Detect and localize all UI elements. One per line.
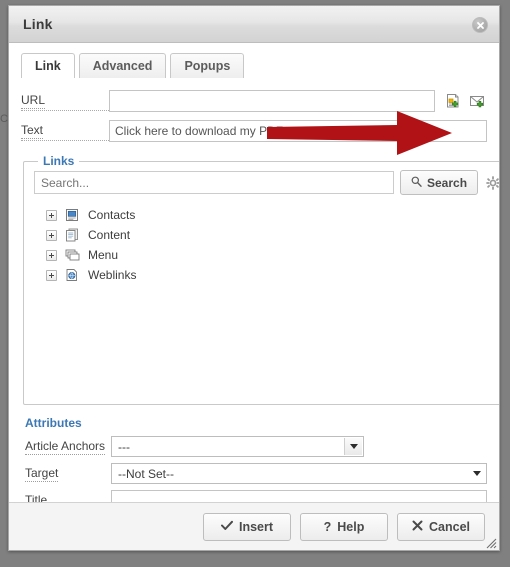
weblinks-globe-icon <box>65 268 81 282</box>
chevron-down-icon <box>344 438 362 455</box>
article-anchors-label: Article Anchors <box>25 438 106 455</box>
links-panel: Links Search... Search Contacts Content … <box>23 154 499 405</box>
text-label: Text <box>21 123 109 141</box>
magnifier-icon <box>411 176 422 190</box>
link-dialog: Link Link Advanced Popups URL Text Click… <box>8 5 500 551</box>
tree-item-content[interactable]: Content <box>34 225 499 245</box>
target-value: --Not Set-- <box>118 466 175 481</box>
help-button[interactable]: ? Help <box>300 512 388 541</box>
attributes-heading: Attributes <box>25 416 82 430</box>
title-row: Title <box>21 490 487 502</box>
tab-advanced[interactable]: Advanced <box>78 53 167 78</box>
text-row: Text <box>21 120 487 142</box>
search-button-label: Search <box>427 175 468 190</box>
dialog-body: Link Advanced Popups URL Text Click here… <box>9 43 499 502</box>
tree-item-weblinks[interactable]: Weblinks <box>34 265 499 285</box>
target-select[interactable]: --Not Set-- <box>111 463 487 484</box>
article-anchors-row: Article Anchors --- <box>21 436 487 457</box>
tab-popups[interactable]: Popups <box>170 53 245 78</box>
dialog-titlebar: Link <box>9 6 499 43</box>
close-x-glyph <box>476 21 484 29</box>
links-search-row: Search <box>34 170 499 195</box>
links-panel-legend: Links <box>43 154 75 168</box>
tree-item-label: Contacts <box>88 208 136 222</box>
expand-plus-icon[interactable] <box>46 269 57 281</box>
contacts-icon <box>65 208 81 222</box>
links-tree: Contacts Content Menu Weblinks <box>34 205 499 285</box>
expand-plus-icon[interactable] <box>46 209 57 221</box>
menu-stack-icon <box>65 248 81 262</box>
dialog-title: Link <box>23 16 53 32</box>
url-input[interactable] <box>109 90 435 112</box>
dialog-footer: Insert ? Help Cancel <box>9 502 499 550</box>
tab-panel-link: URL Text Click here to download my PDF L… <box>9 78 499 502</box>
cancel-button[interactable]: Cancel <box>397 512 485 541</box>
resize-grip-icon[interactable] <box>484 536 497 549</box>
title-input[interactable] <box>111 490 487 502</box>
tree-item-label: Menu <box>88 248 119 262</box>
close-icon[interactable] <box>472 17 488 33</box>
tree-item-menu[interactable]: Menu <box>34 245 499 265</box>
tab-link[interactable]: Link <box>21 53 75 78</box>
url-label: URL <box>21 93 109 111</box>
tree-item-contacts[interactable]: Contacts <box>34 205 499 225</box>
checkmark-icon <box>220 520 233 534</box>
target-label: Target <box>25 465 59 482</box>
article-anchors-value: --- <box>118 439 130 454</box>
content-pages-icon <box>65 228 81 242</box>
gear-icon[interactable] <box>486 175 499 190</box>
url-action-icons <box>445 93 487 110</box>
chevron-down-icon <box>468 465 485 482</box>
tree-item-label: Weblinks <box>88 268 137 282</box>
search-input[interactable] <box>34 171 394 194</box>
tab-bar: Link Advanced Popups <box>21 53 499 78</box>
title-label: Title <box>25 493 111 503</box>
expand-plus-icon[interactable] <box>46 249 57 261</box>
insert-button-label: Insert <box>238 519 274 534</box>
url-row: URL <box>21 90 487 112</box>
x-mark-icon <box>412 520 423 534</box>
tree-item-label: Content <box>88 228 131 242</box>
insert-document-link-icon[interactable] <box>445 93 462 110</box>
insert-email-link-icon[interactable] <box>469 93 487 110</box>
cancel-button-label: Cancel <box>429 519 470 534</box>
target-row: Target --Not Set-- <box>21 463 487 484</box>
text-input[interactable] <box>109 120 487 142</box>
insert-button[interactable]: Insert <box>203 512 291 541</box>
help-button-label: Help <box>337 519 365 534</box>
article-anchors-select[interactable]: --- <box>111 436 364 457</box>
search-button[interactable]: Search <box>400 170 479 195</box>
question-mark-icon: ? <box>323 519 332 534</box>
expand-plus-icon[interactable] <box>46 229 57 241</box>
